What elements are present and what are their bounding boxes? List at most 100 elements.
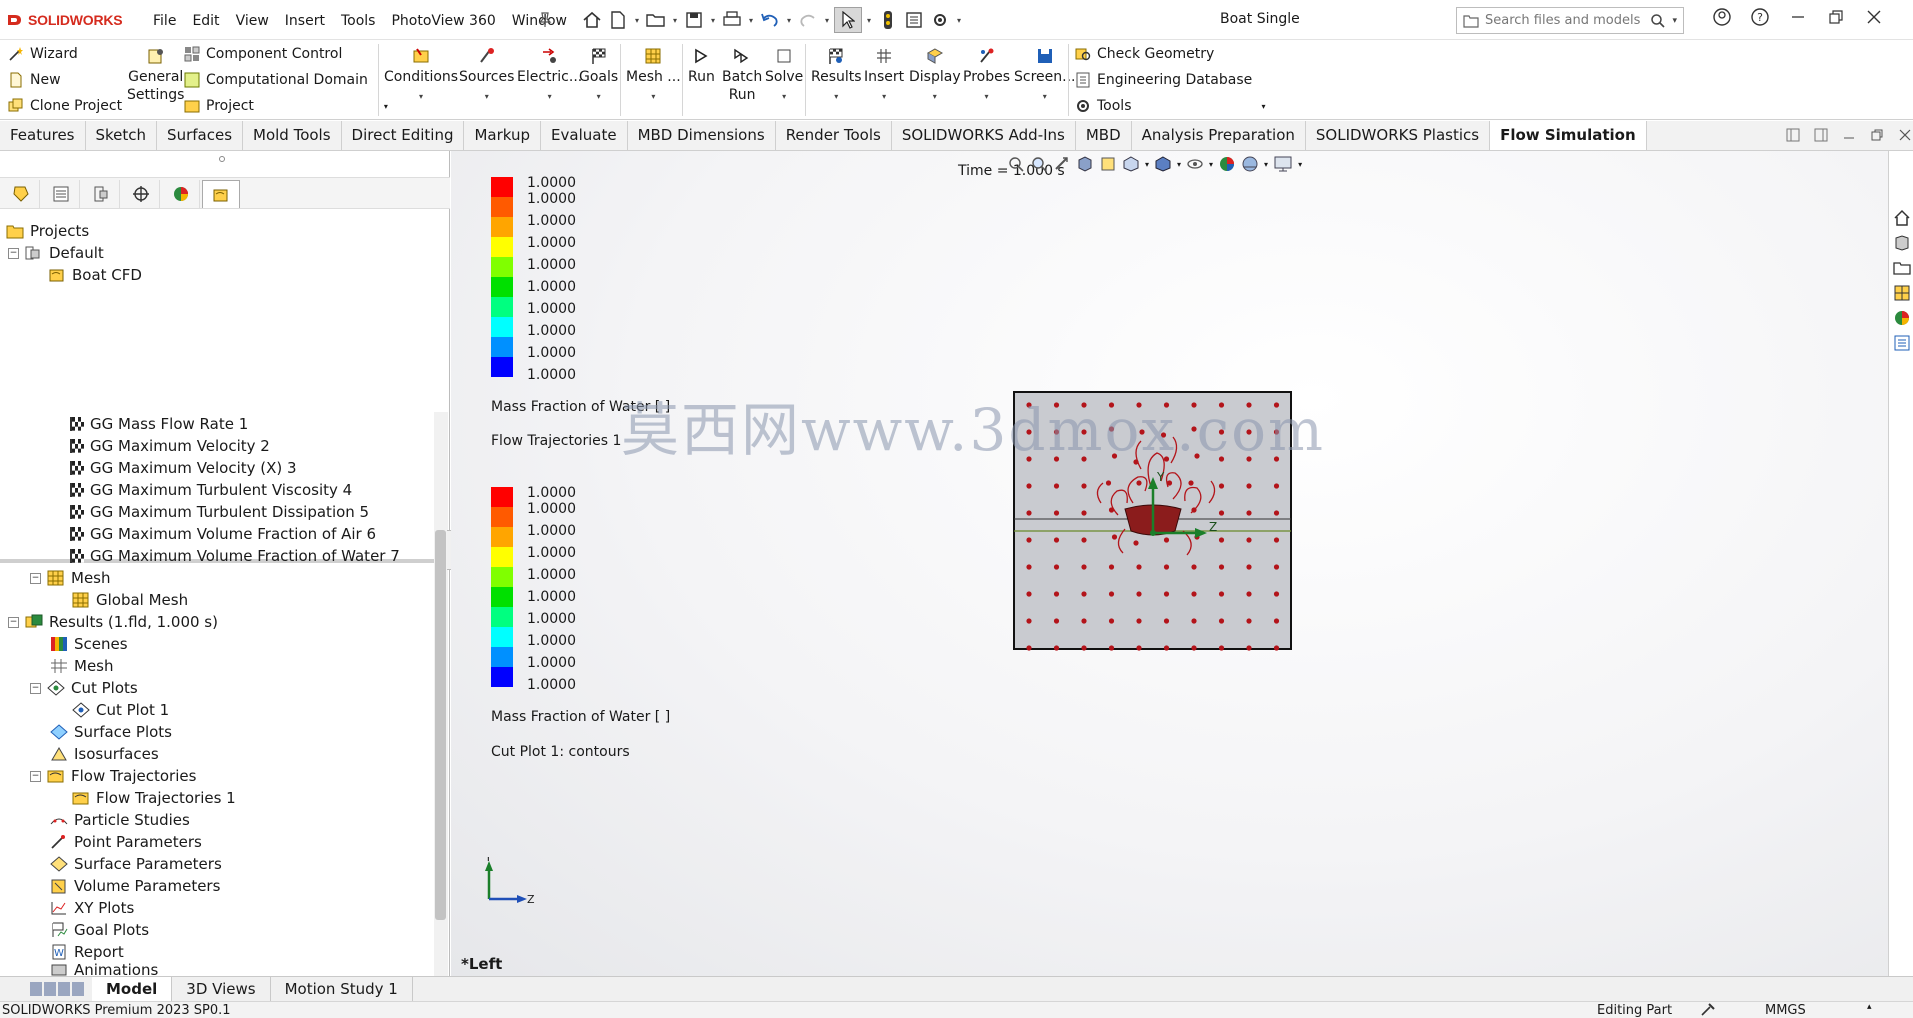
- feature-manager-tab[interactable]: [2, 180, 40, 208]
- view-settings-monitor-icon[interactable]: [1273, 155, 1293, 173]
- select-pointer-icon[interactable]: [834, 7, 862, 33]
- scroll-next-icon[interactable]: [58, 982, 70, 996]
- tab-3d-views[interactable]: 3D Views: [172, 977, 271, 1001]
- view-palette-icon[interactable]: [1891, 282, 1913, 304]
- solidworks-logo[interactable]: SOLIDWORKS: [6, 8, 123, 32]
- chevron-down-icon[interactable]: ▾: [632, 7, 642, 33]
- tab-render-tools[interactable]: Render Tools: [776, 121, 892, 150]
- file-explorer-icon[interactable]: [1891, 257, 1913, 279]
- chevron-down-icon[interactable]: ▾: [822, 7, 832, 33]
- chevron-down-icon[interactable]: ▾: [985, 88, 989, 106]
- tree-report[interactable]: W Report: [50, 941, 124, 963]
- tab-model[interactable]: Model: [92, 977, 173, 1001]
- sources-button[interactable]: Sources ▾: [459, 46, 514, 106]
- tab-sketch[interactable]: Sketch: [86, 121, 158, 150]
- dimxpert-tab[interactable]: [122, 180, 160, 208]
- chevron-up-icon[interactable]: ▴: [1867, 1002, 1872, 1012]
- collapse-icon[interactable]: −: [30, 770, 41, 782]
- tools-menu-button[interactable]: Tools ▾: [1075, 95, 1266, 117]
- menu-photoview[interactable]: PhotoView 360: [383, 10, 503, 32]
- traffic-light-icon[interactable]: [876, 7, 900, 33]
- solve-button[interactable]: Solve ▾: [765, 46, 803, 106]
- pin-icon[interactable]: [538, 12, 552, 28]
- component-control-button[interactable]: Component Control: [184, 43, 388, 65]
- wizard-button[interactable]: Wizard: [8, 43, 122, 65]
- tree-cut-plot-1[interactable]: Cut Plot 1: [72, 699, 169, 721]
- print-icon[interactable]: [720, 7, 744, 33]
- scroll-first-icon[interactable]: [30, 982, 42, 996]
- chevron-down-icon[interactable]: ▾: [670, 7, 680, 33]
- edit-appearance-icon[interactable]: [1218, 155, 1236, 173]
- collapse-icon[interactable]: −: [8, 247, 19, 259]
- minimize-icon[interactable]: [1842, 128, 1856, 142]
- chevron-down-icon[interactable]: ▾: [882, 88, 886, 106]
- property-manager-tab[interactable]: [42, 180, 80, 208]
- chevron-down-icon[interactable]: ▾: [933, 88, 937, 106]
- chevron-down-icon[interactable]: ▾: [864, 7, 874, 33]
- tab-motion-study-1[interactable]: Motion Study 1: [271, 977, 413, 1001]
- restore-icon[interactable]: [1826, 7, 1846, 27]
- section-view-icon[interactable]: [1076, 155, 1094, 173]
- run-button[interactable]: Run: [688, 46, 715, 86]
- chevron-down-icon[interactable]: ▾: [1672, 16, 1683, 26]
- tree-particle-studies[interactable]: Particle Studies: [50, 809, 190, 831]
- scroll-prev-icon[interactable]: [44, 982, 56, 996]
- tab-markup[interactable]: Markup: [464, 121, 542, 150]
- tab-flow-simulation[interactable]: Flow Simulation: [1490, 121, 1647, 150]
- tree-cut-plots[interactable]: − Cut Plots: [30, 677, 138, 699]
- tab-solidworks-add-ins[interactable]: SOLIDWORKS Add-Ins: [892, 121, 1076, 150]
- solidworks-resources-icon[interactable]: [1891, 207, 1913, 229]
- menu-view[interactable]: View: [228, 10, 277, 32]
- units-text[interactable]: MMGS: [1765, 1003, 1806, 1018]
- collapse-icon[interactable]: −: [30, 572, 41, 584]
- panel-handle-icon[interactable]: [219, 156, 225, 162]
- tree-goal-item[interactable]: GG Maximum Velocity 2: [70, 435, 270, 457]
- tree-surface-parameters[interactable]: Surface Parameters: [50, 853, 222, 875]
- zoom-to-fit-icon[interactable]: [1007, 155, 1025, 173]
- view-orientation-icon[interactable]: [1122, 155, 1140, 173]
- insert-button[interactable]: Insert ▾: [864, 46, 904, 106]
- chevron-down-icon[interactable]: ▾: [1262, 102, 1266, 111]
- tree-results[interactable]: − Results (1.fld, 1.000 s): [8, 611, 218, 633]
- menu-tools[interactable]: Tools: [333, 10, 384, 32]
- mesh-button[interactable]: Mesh ... ▾: [626, 46, 681, 106]
- engineering-database-button[interactable]: Engineering Database: [1075, 69, 1266, 91]
- chevron-down-icon[interactable]: ▾: [1177, 160, 1181, 169]
- clone-project-button[interactable]: Clone Project: [8, 95, 122, 117]
- tree-default-config[interactable]: − Default: [8, 242, 104, 264]
- check-geometry-button[interactable]: Check Geometry: [1075, 43, 1266, 65]
- undo-icon[interactable]: [758, 7, 782, 33]
- goals-button[interactable]: Goals ▾: [579, 46, 618, 106]
- tree-xy-plots[interactable]: XY Plots: [50, 897, 134, 919]
- tree-goal-item[interactable]: GG Maximum Velocity (X) 3: [70, 457, 297, 479]
- probes-button[interactable]: Probes ▾: [963, 46, 1010, 106]
- chevron-down-icon[interactable]: ▾: [485, 88, 489, 106]
- save-icon[interactable]: [682, 7, 706, 33]
- tree-flow-trajectories[interactable]: − Flow Trajectories: [30, 765, 196, 787]
- tree-volume-parameters[interactable]: Volume Parameters: [50, 875, 220, 897]
- chevron-down-icon[interactable]: ▾: [1043, 88, 1047, 106]
- tree-goal-item[interactable]: GG Mass Flow Rate 1: [70, 413, 248, 435]
- tree-surface-plots[interactable]: Surface Plots: [50, 721, 172, 743]
- home-icon[interactable]: [580, 7, 604, 33]
- hide-show-items-icon[interactable]: [1186, 155, 1204, 173]
- display-style-icon[interactable]: [1154, 155, 1172, 173]
- graphics-viewport[interactable]: 1.0000 1.0000 1.0000 1.0000 1.0000 1.0000 1.00…: [451, 151, 1888, 976]
- design-library-icon[interactable]: [1891, 232, 1913, 254]
- chevron-down-icon[interactable]: ▾: [1145, 160, 1149, 169]
- menu-file[interactable]: File: [145, 10, 184, 32]
- panel-left-icon[interactable]: [1786, 128, 1800, 142]
- menu-insert[interactable]: Insert: [277, 10, 333, 32]
- tab-evaluate[interactable]: Evaluate: [541, 121, 628, 150]
- search-input[interactable]: Search files and models: [1485, 13, 1644, 28]
- results-button[interactable]: Results ▾: [811, 46, 862, 106]
- options-gear-icon[interactable]: [928, 7, 952, 33]
- tab-mbd-dimensions[interactable]: MBD Dimensions: [628, 121, 776, 150]
- computational-domain-view[interactable]: Y Z: [1013, 391, 1293, 651]
- chevron-down-icon[interactable]: ▾: [419, 88, 423, 106]
- zoom-area-icon[interactable]: [1030, 155, 1048, 173]
- flow-simulation-tab[interactable]: [202, 180, 240, 208]
- electric-button[interactable]: Electric... ▾: [517, 46, 582, 106]
- tab-analysis-preparation[interactable]: Analysis Preparation: [1132, 121, 1306, 150]
- tab-mold-tools[interactable]: Mold Tools: [243, 121, 342, 150]
